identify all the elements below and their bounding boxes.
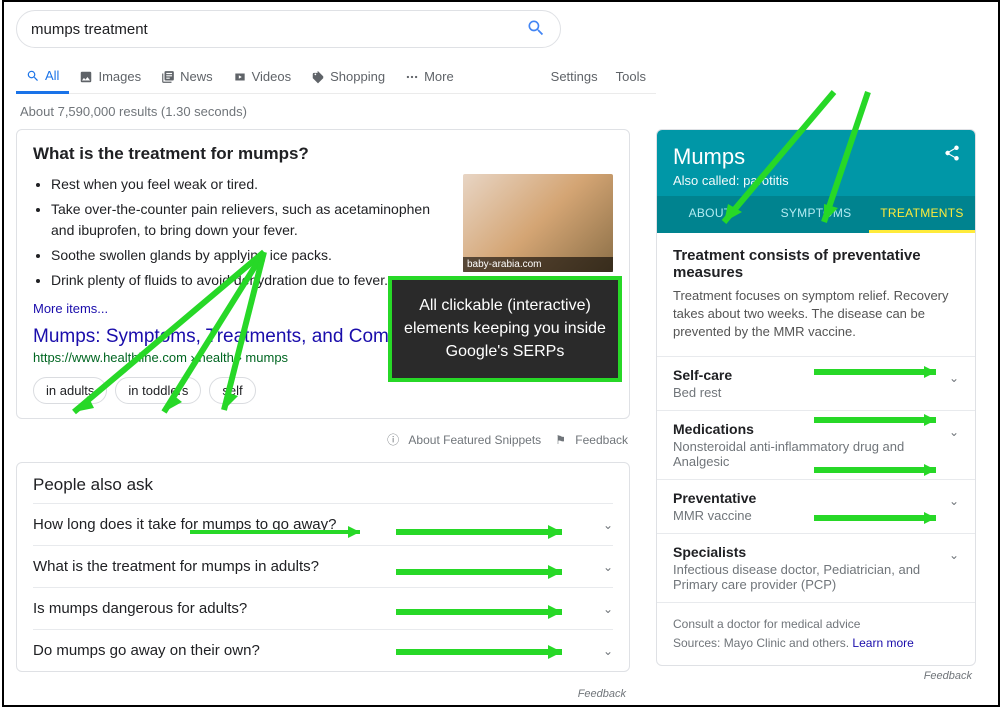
- annotation-callout: All clickable (interactive) elements kee…: [388, 276, 622, 382]
